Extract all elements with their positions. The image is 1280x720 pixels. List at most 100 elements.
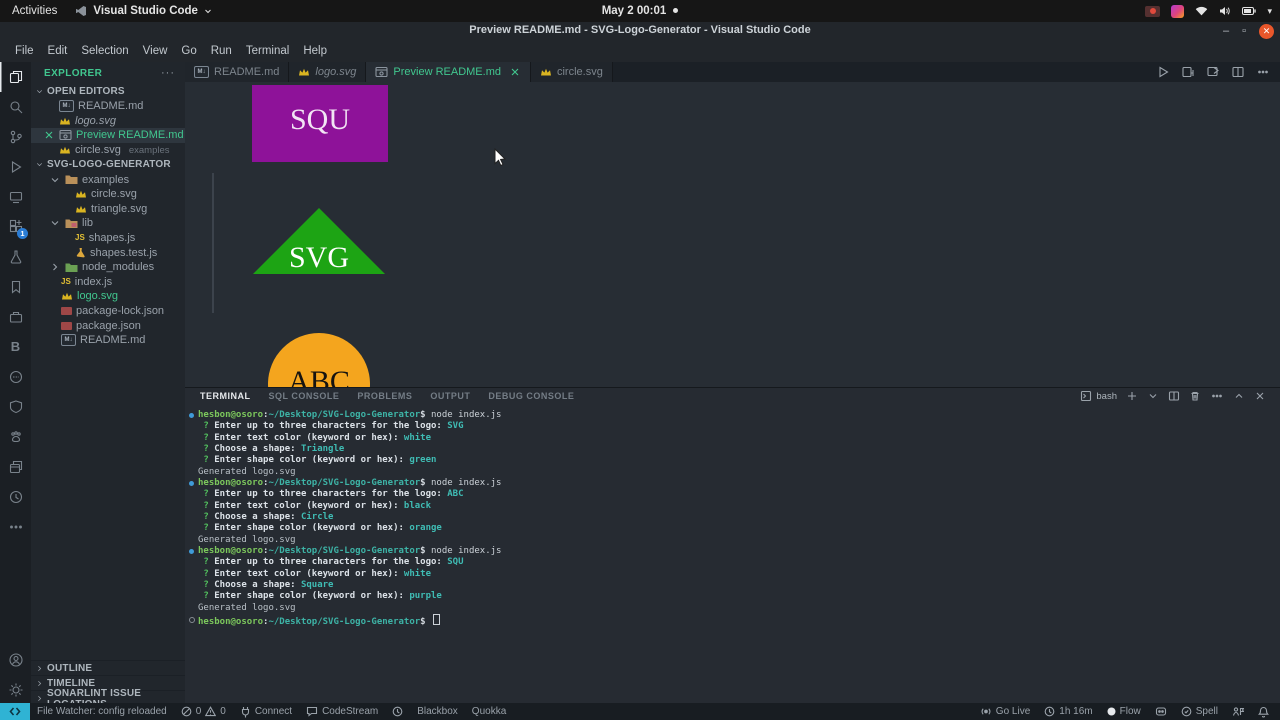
menu-selection[interactable]: Selection (74, 45, 135, 57)
open-editor-readme-md[interactable]: M↓ README.md (31, 99, 185, 114)
shell-dropdown-icon[interactable] (1147, 390, 1159, 402)
section-outline[interactable]: OUTLINE (31, 660, 185, 676)
minimize-button[interactable]: – (1223, 24, 1229, 38)
panel-tab-sql-console[interactable]: SQL CONSOLE (269, 391, 340, 401)
menu-view[interactable]: View (136, 45, 175, 57)
screen-record-icon[interactable] (1145, 5, 1161, 17)
activitybar-explorer[interactable] (0, 62, 31, 92)
app-menu-button[interactable]: Visual Studio Code (75, 5, 212, 17)
status-remote[interactable] (0, 703, 30, 720)
tree-item-package-json[interactable]: package.json (31, 318, 185, 333)
tab-logo-svg[interactable]: logo.svg (289, 62, 367, 82)
wifi-icon[interactable] (1195, 6, 1208, 16)
status-flow[interactable]: Flow (1100, 703, 1148, 720)
close-icon[interactable] (43, 129, 55, 141)
activitybar-extensions[interactable]: 1 (0, 212, 31, 242)
restore-button[interactable]: ▫ (1242, 24, 1246, 38)
action-split-editor-icon[interactable] (1231, 65, 1245, 79)
menu-help[interactable]: Help (296, 45, 334, 57)
section-open-editors[interactable]: OPEN EDITORS (31, 84, 185, 99)
split-terminal-icon[interactable] (1168, 390, 1180, 402)
panel-tab-debug-console[interactable]: DEBUG CONSOLE (488, 391, 574, 401)
action-run-icon[interactable] (1156, 65, 1170, 79)
action-more-h-icon[interactable] (1256, 65, 1270, 79)
status-vsc-face[interactable] (1148, 703, 1174, 720)
activities-button[interactable]: Activities (12, 5, 57, 17)
panel-tab-terminal[interactable]: TERMINAL (200, 391, 251, 401)
app-indicator-icon[interactable] (1171, 4, 1185, 18)
status-time-tracker[interactable]: 1h 16m (1037, 703, 1099, 720)
activitybar-more[interactable] (0, 512, 31, 542)
tree-item-shapes-js[interactable]: JS shapes.js (31, 231, 185, 246)
status-notifications[interactable] (1251, 703, 1276, 720)
menu-file[interactable]: File (8, 45, 41, 57)
activitybar-search[interactable] (0, 92, 31, 122)
panel-tab-output[interactable]: OUTPUT (430, 391, 470, 401)
tab-circle-svg[interactable]: circle.svg (530, 62, 613, 82)
status-spell[interactable]: Spell (1174, 703, 1225, 720)
action-open-changes-icon[interactable] (1181, 65, 1195, 79)
close-panel-icon[interactable] (1254, 390, 1266, 402)
status-codestream[interactable]: CodeStream (299, 703, 385, 720)
activitybar-account[interactable] (0, 645, 31, 675)
menu-edit[interactable]: Edit (41, 45, 75, 57)
command-decoration-icon[interactable] (189, 413, 194, 418)
tree-item-circle-svg[interactable]: circle.svg (31, 187, 185, 202)
status-problems[interactable]: 00 (174, 703, 233, 720)
status-quokka[interactable]: Quokka (465, 703, 513, 720)
tree-item-index-js[interactable]: JS index.js (31, 275, 185, 290)
status-connect[interactable]: Connect (233, 703, 299, 720)
status-go-live[interactable]: Go Live (973, 703, 1037, 720)
tree-item-logo-svg[interactable]: logo.svg (31, 289, 185, 304)
menu-terminal[interactable]: Terminal (239, 45, 296, 57)
tray-chevron-down-icon[interactable]: ▾ (1267, 6, 1272, 17)
menu-go[interactable]: Go (174, 45, 203, 57)
tab-preview-readme-md[interactable]: Preview README.md (366, 62, 531, 82)
tab-readme-md[interactable]: M↓ README.md (185, 62, 290, 82)
tree-item-triangle-svg[interactable]: triangle.svg (31, 202, 185, 217)
maximize-panel-icon[interactable] (1233, 390, 1245, 402)
open-editor-logo-svg[interactable]: logo.svg (31, 114, 185, 129)
tree-item-package-lock-json[interactable]: package-lock.json (31, 304, 185, 319)
activitybar-source-control[interactable] (0, 122, 31, 152)
tree-item-readme-md[interactable]: M↓ README.md (31, 333, 185, 348)
activitybar-blackbox[interactable]: B (0, 332, 31, 362)
tree-item-lib[interactable]: lib (31, 216, 185, 231)
open-editor-preview-readme-md[interactable]: Preview README.md (31, 128, 185, 143)
menu-run[interactable]: Run (204, 45, 239, 57)
activitybar-project-manager[interactable] (0, 302, 31, 332)
activitybar-testing[interactable] (0, 242, 31, 272)
system-tray[interactable]: ▾ (1145, 0, 1272, 22)
activitybar-time-tracker[interactable] (0, 482, 31, 512)
more-actions-icon[interactable] (1210, 389, 1224, 403)
shell-picker[interactable]: bash (1080, 390, 1117, 402)
close-button[interactable]: ✕ (1259, 23, 1274, 39)
activitybar-quokka[interactable] (0, 392, 31, 422)
action-open-preview-icon[interactable] (1206, 65, 1220, 79)
status-feedback[interactable] (1225, 703, 1251, 720)
battery-icon[interactable] (1242, 7, 1257, 15)
activitybar-run-debug[interactable] (0, 152, 31, 182)
command-decoration-icon[interactable] (189, 480, 194, 486)
volume-icon[interactable] (1219, 6, 1231, 16)
markdown-preview[interactable]: SQU SVG ABC (185, 82, 1280, 387)
activitybar-remote-explorer[interactable] (0, 182, 31, 212)
status-history[interactable] (385, 703, 410, 720)
open-editor-circle-svg[interactable]: circle.svg examples (31, 143, 185, 158)
activitybar-browser-preview[interactable] (0, 452, 31, 482)
tree-item-shapes-test-js[interactable]: shapes.test.js (31, 245, 185, 260)
status-blackbox[interactable]: Blackbox (410, 703, 465, 720)
command-decoration-icon[interactable] (189, 548, 194, 554)
kill-terminal-icon[interactable] (1189, 390, 1201, 402)
tree-item-examples[interactable]: examples (31, 172, 185, 187)
close-icon[interactable] (509, 66, 521, 78)
status-file-watcher[interactable]: File Watcher: config reloaded (30, 703, 174, 720)
activitybar-codestream[interactable] (0, 362, 31, 392)
sidebar-more-actions[interactable]: ··· (161, 67, 175, 79)
new-terminal-icon[interactable] (1126, 390, 1138, 402)
activitybar-paw[interactable] (0, 422, 31, 452)
activitybar-settings[interactable] (0, 675, 31, 705)
terminal-output[interactable]: hesbon@osoro:~/Desktop/SVG-Logo-Generato… (185, 404, 1280, 704)
tree-item-node-modules[interactable]: node_modules (31, 260, 185, 275)
section-workspace[interactable]: SVG-LOGO-GENERATOR (31, 157, 185, 172)
